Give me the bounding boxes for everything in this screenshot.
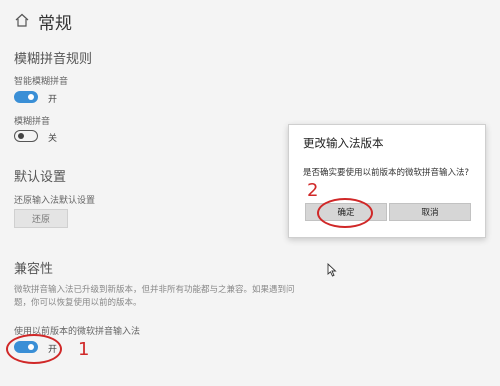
fuzzy-pinyin-state: 关 bbox=[48, 134, 58, 144]
fuzzy-section-title: 模糊拼音规则 bbox=[14, 52, 93, 67]
change-ime-version-dialog: 更改输入法版本 是否确实要使用以前版本的微软拼音输入法? 2 确定 取消 bbox=[288, 124, 486, 238]
smart-fuzzy-state: 开 bbox=[48, 95, 58, 105]
fuzzy-pinyin-toggle[interactable] bbox=[14, 130, 38, 142]
smart-fuzzy-toggle[interactable] bbox=[14, 91, 38, 103]
restore-defaults-label: 还原输入法默认设置 bbox=[14, 196, 96, 206]
step1-highlight-ellipse bbox=[6, 334, 62, 364]
step2-highlight-ellipse bbox=[317, 198, 373, 228]
dialog-message: 是否确实要使用以前版本的微软拼音输入法? bbox=[303, 168, 470, 178]
defaults-section-title: 默认设置 bbox=[14, 170, 67, 185]
compat-description: 微软拼音输入法已升级到新版本，但并非所有功能都与之兼容。如果遇到问题，你可以恢复… bbox=[14, 285, 295, 308]
compat-section-title: 兼容性 bbox=[14, 262, 54, 277]
step2-number: 2 bbox=[307, 180, 319, 201]
cancel-button[interactable]: 取消 bbox=[389, 203, 471, 221]
fuzzy-pinyin-label: 模糊拼音 bbox=[14, 117, 51, 127]
restore-button[interactable]: 还原 bbox=[14, 209, 68, 228]
mouse-cursor-icon bbox=[327, 262, 337, 277]
toggle-knob bbox=[18, 133, 24, 139]
page-title: 常规 bbox=[38, 14, 72, 34]
toggle-knob bbox=[28, 94, 34, 100]
home-icon[interactable] bbox=[14, 12, 30, 28]
step1-number: 1 bbox=[78, 339, 90, 360]
smart-fuzzy-label: 智能模糊拼音 bbox=[14, 77, 69, 87]
dialog-title: 更改输入法版本 bbox=[303, 136, 384, 150]
